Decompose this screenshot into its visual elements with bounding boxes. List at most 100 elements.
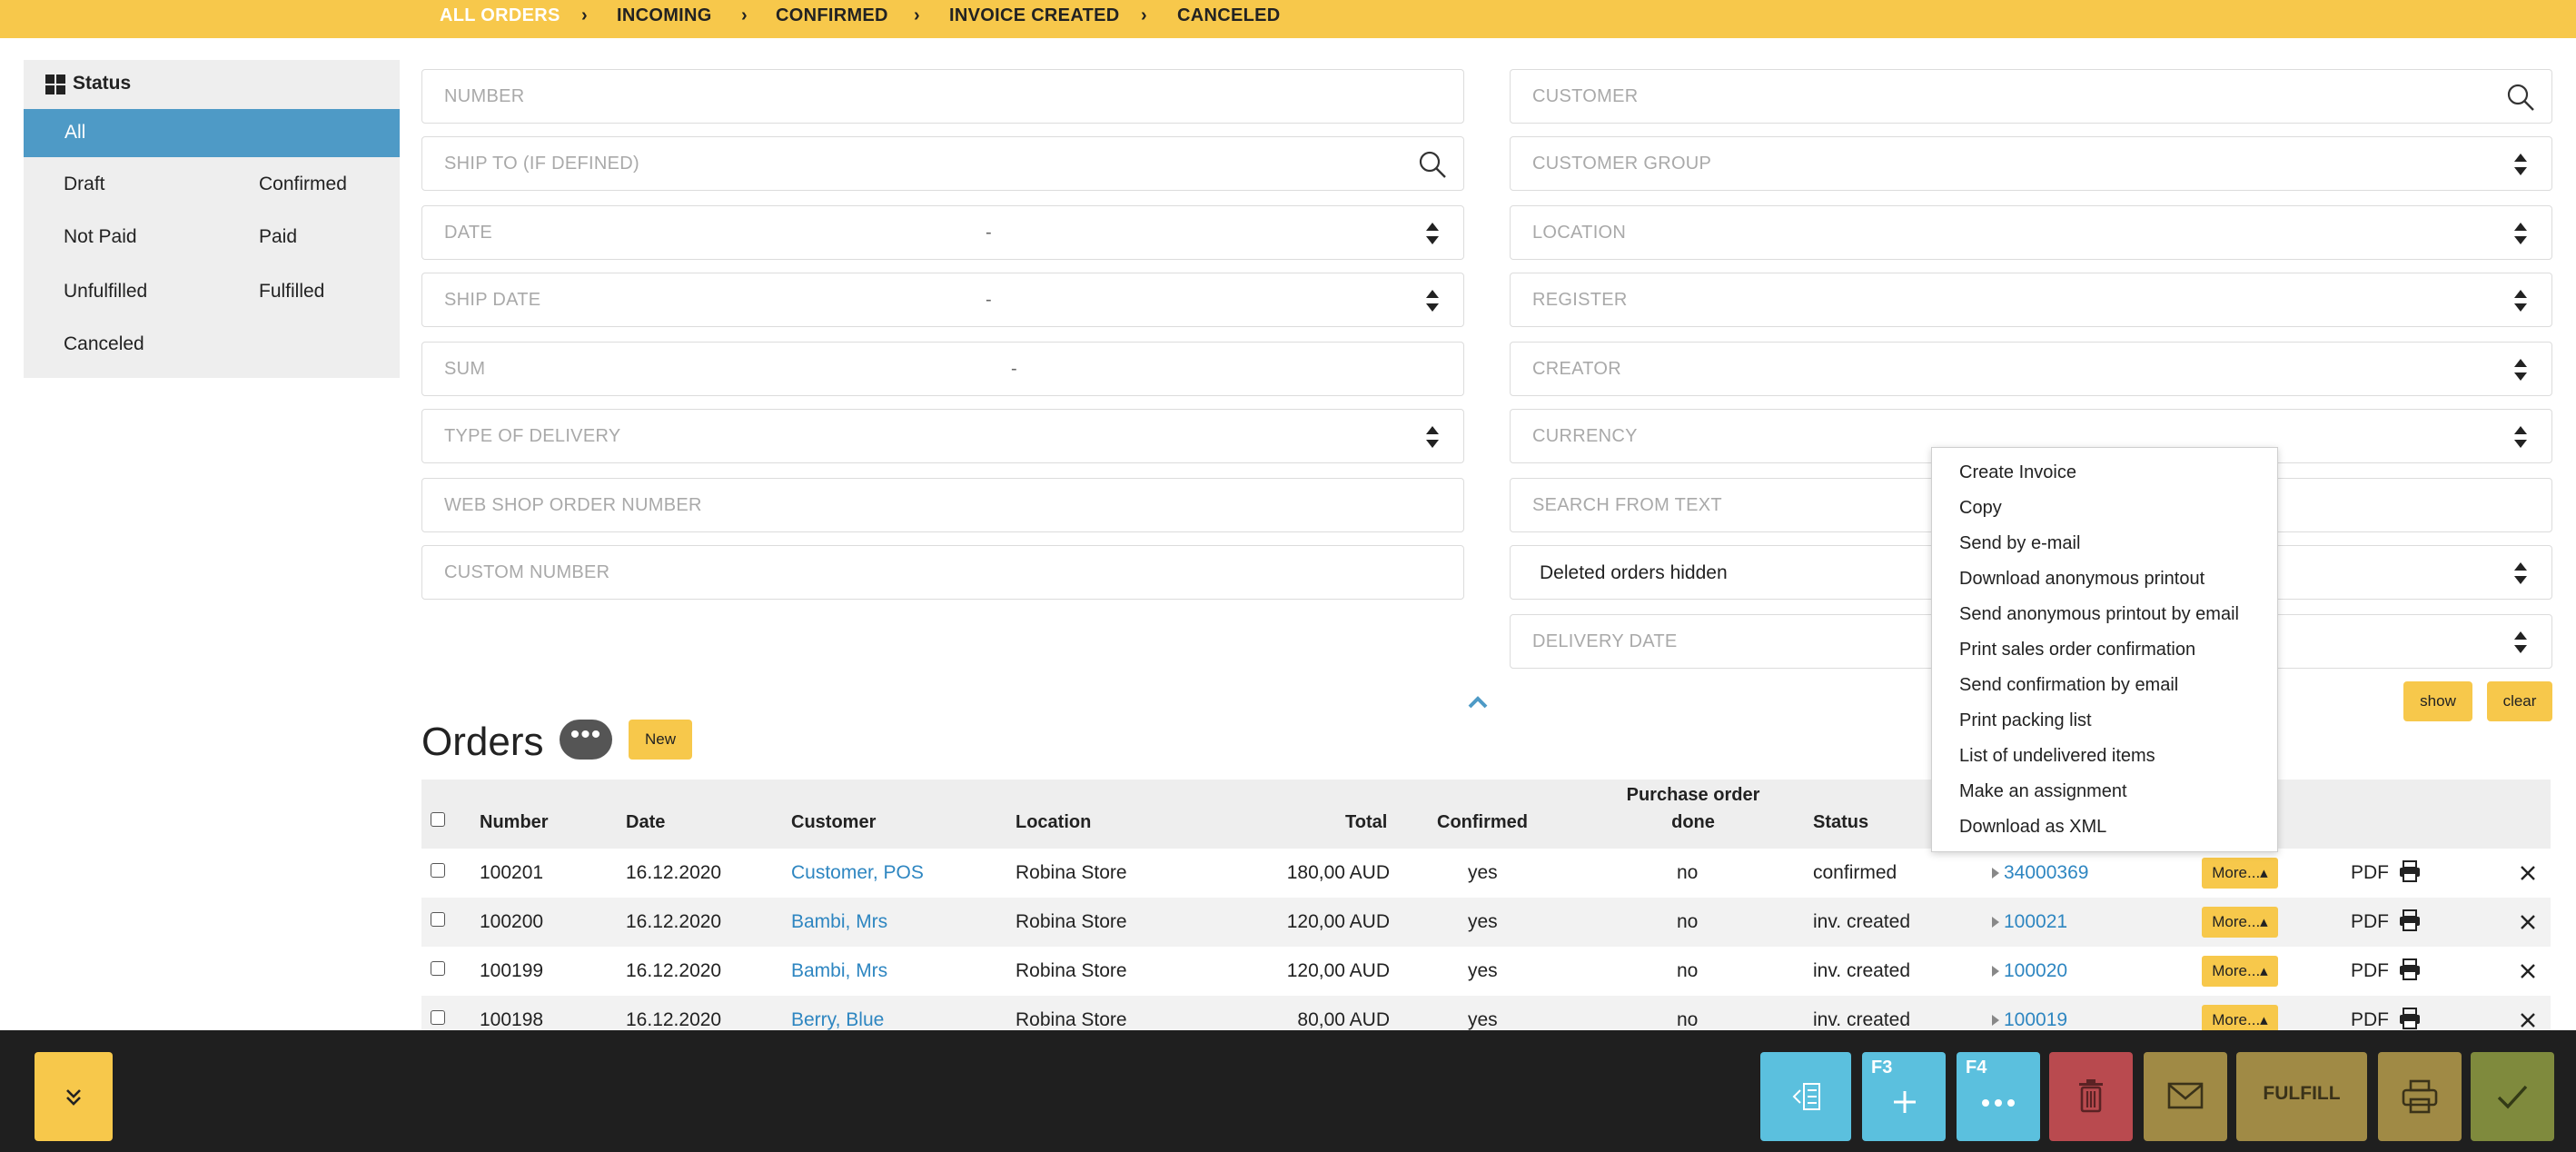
row-checkbox[interactable]: [431, 961, 445, 976]
type-of-delivery-select[interactable]: TYPE OF DELIVERY: [421, 409, 1464, 463]
row-more-button[interactable]: More...▴: [2202, 858, 2278, 889]
add-button[interactable]: F3: [1862, 1052, 1946, 1141]
menu-item-download-xml[interactable]: Download as XML: [1959, 817, 2106, 838]
sidebar-item-fulfilled[interactable]: Fulfilled: [259, 281, 324, 303]
menu-item-undelivered-items[interactable]: List of undelivered items: [1959, 746, 2155, 767]
sort-arrows-icon: [2514, 223, 2527, 244]
customer-link[interactable]: Bambi, Mrs: [791, 960, 887, 982]
sidebar-item-not-paid[interactable]: Not Paid: [64, 226, 137, 248]
orders-more-button[interactable]: •••: [560, 720, 612, 760]
printer-icon[interactable]: [2398, 859, 2422, 883]
row-more-button[interactable]: More...▴: [2202, 956, 2278, 987]
table-row[interactable]: 100200 16.12.2020 Bambi, Mrs Robina Stor…: [421, 898, 2551, 947]
col-customer[interactable]: Customer: [791, 812, 876, 833]
toggle-panel-button[interactable]: [1760, 1052, 1851, 1141]
customer-link[interactable]: Berry, Blue: [791, 1009, 884, 1031]
customer-filter-input[interactable]: CUSTOMER: [1510, 69, 2552, 124]
show-button[interactable]: show: [2403, 681, 2472, 721]
order-date: 16.12.2020: [626, 862, 722, 883]
row-checkbox[interactable]: [431, 912, 445, 927]
tab-invoice-created[interactable]: INVOICE CREATED: [949, 5, 1119, 26]
custom-number-input[interactable]: CUSTOM NUMBER: [421, 545, 1464, 600]
chevron-up-icon[interactable]: [1466, 694, 1490, 710]
close-icon[interactable]: [2520, 914, 2536, 930]
pdf-link[interactable]: PDF: [2351, 911, 2389, 933]
col-status[interactable]: Status: [1813, 812, 1868, 833]
printer-icon[interactable]: [2398, 958, 2422, 981]
ship-date-range-filter[interactable]: SHIP DATE -: [421, 273, 1464, 327]
creator-select[interactable]: CREATOR: [1510, 342, 2552, 396]
menu-item-make-assignment[interactable]: Make an assignment: [1959, 781, 2127, 802]
sidebar-item-paid[interactable]: Paid: [259, 226, 297, 248]
tab-canceled[interactable]: CANCELED: [1177, 5, 1281, 26]
menu-item-print-sales-order-confirmation[interactable]: Print sales order confirmation: [1959, 640, 2195, 660]
customer-link[interactable]: Customer, POS: [791, 862, 924, 884]
row-checkbox[interactable]: [431, 1010, 445, 1025]
web-shop-order-number-input[interactable]: WEB SHOP ORDER NUMBER: [421, 478, 1464, 532]
document-arrow-icon: [1992, 966, 1999, 977]
collapse-panel-icon: [1792, 1083, 1820, 1110]
email-button[interactable]: [2144, 1052, 2227, 1141]
more-options-button[interactable]: F4: [1957, 1052, 2040, 1141]
reference-link[interactable]: 100020: [2004, 960, 2067, 982]
delete-button[interactable]: [2049, 1052, 2133, 1141]
pdf-link[interactable]: PDF: [2351, 960, 2389, 982]
menu-item-send-anonymous-printout[interactable]: Send anonymous printout by email: [1959, 604, 2239, 625]
customer-group-select[interactable]: CUSTOMER GROUP: [1510, 136, 2552, 191]
col-total[interactable]: Total: [1345, 812, 1387, 833]
menu-item-print-packing-list[interactable]: Print packing list: [1959, 710, 2092, 731]
menu-item-send-by-email[interactable]: Send by e-mail: [1959, 533, 2080, 554]
sum-range-filter[interactable]: SUM -: [421, 342, 1464, 396]
close-icon[interactable]: [2520, 963, 2536, 979]
col-number[interactable]: Number: [480, 812, 549, 833]
close-icon[interactable]: [2520, 1012, 2536, 1028]
row-checkbox[interactable]: [431, 863, 445, 878]
table-row[interactable]: 100201 16.12.2020 Customer, POS Robina S…: [421, 849, 2551, 898]
customer-link[interactable]: Bambi, Mrs: [791, 911, 887, 933]
pdf-link[interactable]: PDF: [2351, 1009, 2389, 1031]
menu-item-copy[interactable]: Copy: [1959, 498, 2002, 519]
menu-item-download-anonymous-printout[interactable]: Download anonymous printout: [1959, 569, 2204, 590]
sidebar-item-draft[interactable]: Draft: [64, 174, 105, 195]
pdf-link[interactable]: PDF: [2351, 862, 2389, 884]
sidebar-item-all[interactable]: All: [24, 109, 400, 157]
search-icon[interactable]: [1418, 150, 1447, 179]
deleted-orders-value: Deleted orders hidden: [1540, 562, 1728, 583]
col-location[interactable]: Location: [1016, 812, 1091, 833]
fulfill-button[interactable]: FULFILL: [2236, 1052, 2367, 1141]
number-filter-input[interactable]: NUMBER: [421, 69, 1464, 124]
col-po-done-line2[interactable]: done: [1620, 812, 1766, 833]
tab-all-orders[interactable]: ALL ORDERS: [440, 5, 560, 26]
sidebar-item-canceled[interactable]: Canceled: [64, 333, 144, 355]
print-button[interactable]: [2378, 1052, 2462, 1141]
menu-item-send-confirmation[interactable]: Send confirmation by email: [1959, 675, 2178, 696]
tab-incoming[interactable]: INCOMING: [617, 5, 712, 26]
location-select[interactable]: LOCATION: [1510, 205, 2552, 260]
reference-link[interactable]: 34000369: [2004, 862, 2088, 884]
expand-button[interactable]: [35, 1052, 113, 1141]
reference-link[interactable]: 100021: [2004, 911, 2067, 933]
table-row[interactable]: 100199 16.12.2020 Bambi, Mrs Robina Stor…: [421, 947, 2551, 996]
search-icon[interactable]: [2506, 83, 2535, 112]
tab-confirmed[interactable]: CONFIRMED: [776, 5, 888, 26]
new-order-button[interactable]: New: [629, 720, 692, 760]
row-more-button[interactable]: More...▴: [2202, 907, 2278, 938]
col-confirmed[interactable]: Confirmed: [1437, 812, 1528, 833]
ship-to-filter-input[interactable]: SHIP TO (IF DEFINED): [421, 136, 1464, 191]
printer-icon[interactable]: [2398, 1007, 2422, 1030]
menu-item-create-invoice[interactable]: Create Invoice: [1959, 462, 2076, 483]
date-range-filter[interactable]: DATE -: [421, 205, 1464, 260]
sidebar-item-confirmed[interactable]: Confirmed: [259, 174, 347, 195]
order-po-done: no: [1677, 911, 1699, 932]
select-all-checkbox[interactable]: [431, 812, 445, 827]
clear-button[interactable]: clear: [2487, 681, 2552, 721]
register-select[interactable]: REGISTER: [1510, 273, 2552, 327]
col-date[interactable]: Date: [626, 812, 665, 833]
confirm-button[interactable]: [2471, 1052, 2554, 1141]
col-po-done-line1[interactable]: Purchase order: [1620, 785, 1766, 806]
reference-link[interactable]: 100019: [2004, 1009, 2067, 1031]
close-icon[interactable]: [2520, 865, 2536, 881]
sort-arrows-icon: [2514, 290, 2527, 312]
sidebar-item-unfulfilled[interactable]: Unfulfilled: [64, 281, 147, 303]
printer-icon[interactable]: [2398, 909, 2422, 932]
